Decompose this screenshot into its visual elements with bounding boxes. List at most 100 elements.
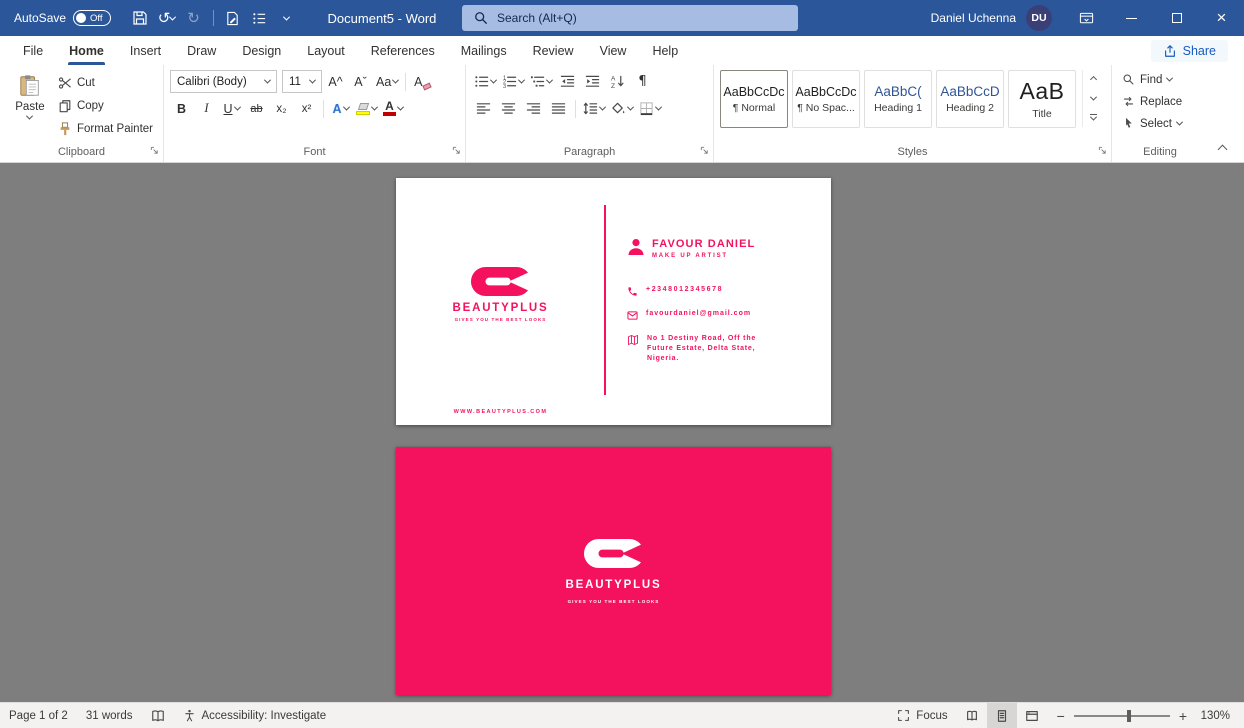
- font-dialog-launcher[interactable]: [452, 146, 461, 155]
- show-formatting-marks-button[interactable]: ¶: [631, 70, 654, 93]
- styles-dialog-launcher[interactable]: [1098, 146, 1107, 155]
- share-button[interactable]: Share: [1151, 40, 1228, 62]
- multilevel-list-button[interactable]: [528, 70, 554, 93]
- qat-more-button[interactable]: [274, 4, 300, 32]
- style-no-spacing[interactable]: AaBbCcDc ¶ No Spac...: [792, 70, 860, 128]
- find-button[interactable]: Find: [1118, 69, 1202, 90]
- avatar[interactable]: DU: [1026, 5, 1052, 31]
- font-name-select[interactable]: Calibri (Body): [170, 70, 277, 93]
- increase-indent-button[interactable]: [581, 70, 604, 93]
- align-left-button[interactable]: [472, 97, 495, 120]
- maximize-button[interactable]: [1154, 0, 1199, 36]
- ribbon-display-options-button[interactable]: [1064, 0, 1109, 36]
- undo-button[interactable]: ↺: [154, 4, 180, 32]
- search-box[interactable]: [462, 5, 798, 31]
- tab-home[interactable]: Home: [56, 36, 117, 65]
- subscript-button[interactable]: x₂: [270, 97, 293, 120]
- grow-font-button[interactable]: A^: [324, 70, 347, 93]
- read-mode-button[interactable]: [957, 703, 987, 728]
- zoom-level[interactable]: 130%: [1196, 710, 1230, 722]
- cut-button[interactable]: Cut: [54, 72, 157, 93]
- page-1-business-card-front[interactable]: BEAUTYPLUS GIVES YOU THE BEST LOOKS FAVO…: [396, 178, 831, 425]
- bullets-button[interactable]: [472, 70, 498, 93]
- format-painter-icon: [58, 122, 72, 136]
- clear-formatting-button[interactable]: A: [411, 70, 434, 93]
- font-color-button[interactable]: A: [381, 97, 405, 120]
- user-name[interactable]: Daniel Uchenna: [931, 11, 1016, 25]
- chevron-up-icon: [1217, 144, 1227, 154]
- autosave-toggle[interactable]: AutoSave Off: [0, 10, 119, 26]
- italic-button[interactable]: I: [195, 97, 218, 120]
- paste-button[interactable]: Paste: [6, 70, 54, 141]
- tab-insert[interactable]: Insert: [117, 36, 174, 65]
- shrink-font-button[interactable]: Aˇ: [349, 70, 372, 93]
- focus-mode-button[interactable]: Focus: [888, 703, 956, 728]
- save-button[interactable]: [127, 4, 153, 32]
- page-number-indicator[interactable]: Page 1 of 2: [0, 703, 77, 728]
- styles-scroll-up-button[interactable]: [1083, 70, 1103, 89]
- document-canvas[interactable]: BEAUTYPLUS GIVES YOU THE BEST LOOKS FAVO…: [0, 163, 1244, 702]
- tab-draw[interactable]: Draw: [174, 36, 229, 65]
- borders-button[interactable]: [637, 97, 663, 120]
- justify-button[interactable]: [547, 97, 570, 120]
- checklist-button[interactable]: [247, 4, 273, 32]
- word-count-indicator[interactable]: 31 words: [77, 703, 142, 728]
- highlight-button[interactable]: [354, 97, 379, 120]
- align-center-button[interactable]: [497, 97, 520, 120]
- tab-design[interactable]: Design: [229, 36, 294, 65]
- tab-file[interactable]: File: [10, 36, 56, 65]
- clipboard-dialog-launcher[interactable]: [150, 146, 159, 155]
- tab-view[interactable]: View: [587, 36, 640, 65]
- zoom-out-button[interactable]: −: [1057, 709, 1065, 723]
- editor-button[interactable]: [220, 4, 246, 32]
- select-button[interactable]: Select: [1118, 113, 1202, 134]
- collapse-ribbon-button[interactable]: [1212, 141, 1232, 157]
- zoom-slider-handle[interactable]: [1127, 710, 1131, 722]
- select-dropdown-icon: [1176, 119, 1183, 126]
- zoom-slider[interactable]: [1074, 715, 1170, 717]
- decrease-indent-button[interactable]: [556, 70, 579, 93]
- text-effects-button[interactable]: A: [329, 97, 352, 120]
- superscript-button[interactable]: x²: [295, 97, 318, 120]
- tab-mailings[interactable]: Mailings: [448, 36, 520, 65]
- tab-review[interactable]: Review: [520, 36, 587, 65]
- website-url: WWW.BEAUTYPLUS.COM: [396, 409, 605, 415]
- line-spacing-button[interactable]: [581, 97, 607, 120]
- styles-scroll-down-button[interactable]: [1083, 89, 1103, 108]
- minimize-button[interactable]: [1109, 0, 1154, 36]
- search-input[interactable]: [497, 11, 786, 25]
- style-normal[interactable]: AaBbCcDc ¶ Normal: [720, 70, 788, 128]
- align-right-button[interactable]: [522, 97, 545, 120]
- tab-help[interactable]: Help: [639, 36, 691, 65]
- change-case-button[interactable]: Aa: [374, 70, 400, 93]
- font-size-select[interactable]: 11: [282, 70, 322, 93]
- print-layout-button[interactable]: [987, 703, 1017, 728]
- replace-button[interactable]: Replace: [1118, 91, 1202, 112]
- numbering-button[interactable]: 123: [500, 70, 526, 93]
- shading-button[interactable]: [609, 97, 635, 120]
- strikethrough-button[interactable]: ab: [245, 97, 268, 120]
- style-heading-1[interactable]: AaBbC( Heading 1: [864, 70, 932, 128]
- proofing-status-button[interactable]: [142, 703, 174, 728]
- web-layout-button[interactable]: [1017, 703, 1047, 728]
- tab-layout[interactable]: Layout: [294, 36, 358, 65]
- zoom-in-button[interactable]: +: [1179, 709, 1187, 723]
- font-group-label: Font: [303, 146, 325, 158]
- paragraph-dialog-launcher[interactable]: [700, 146, 709, 155]
- status-bar-right: Focus − + 130%: [888, 703, 1244, 728]
- styles-gallery-expand-button[interactable]: [1083, 108, 1103, 127]
- autosave-switch[interactable]: Off: [73, 10, 111, 26]
- format-painter-button[interactable]: Format Painter: [54, 118, 157, 139]
- style-title[interactable]: AaB Title: [1008, 70, 1076, 128]
- underline-button[interactable]: U: [220, 97, 243, 120]
- copy-button[interactable]: Copy: [54, 95, 157, 116]
- bold-button[interactable]: B: [170, 97, 193, 120]
- style-heading-2[interactable]: AaBbCcD Heading 2: [936, 70, 1004, 128]
- close-button[interactable]: ×: [1199, 0, 1244, 36]
- sort-button[interactable]: AZ: [606, 70, 629, 93]
- search-icon: [474, 11, 488, 25]
- accessibility-checker-button[interactable]: Accessibility: Investigate: [174, 703, 336, 728]
- tab-references[interactable]: References: [358, 36, 448, 65]
- page-2-business-card-back[interactable]: BEAUTYPLUS GIVES YOU THE BEST LOOKS: [396, 447, 831, 695]
- redo-button[interactable]: ↻: [181, 4, 207, 32]
